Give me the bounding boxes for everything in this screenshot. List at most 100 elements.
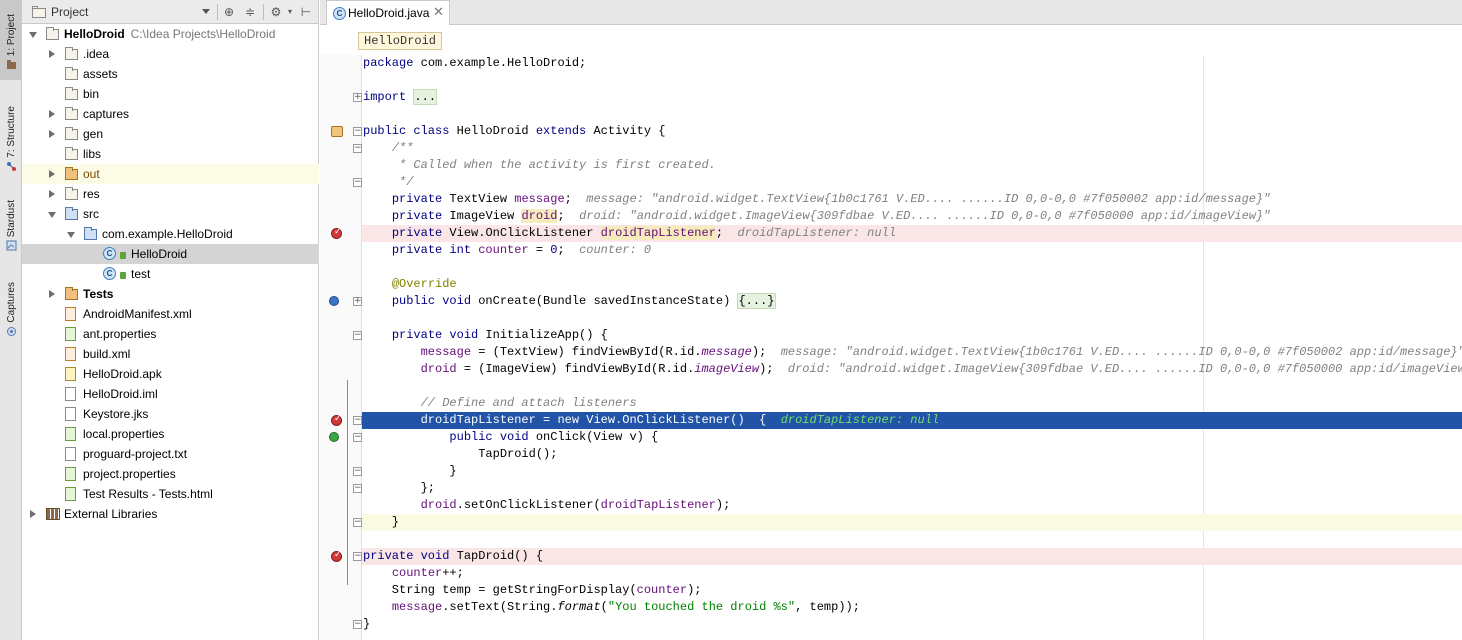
code-line[interactable] <box>362 310 1462 327</box>
code-line[interactable]: counter++; <box>362 565 1462 582</box>
code-line[interactable] <box>362 259 1462 276</box>
code-line[interactable]: /** <box>362 140 1462 157</box>
code-line[interactable]: message = (TextView) findViewById(R.id.m… <box>362 344 1462 361</box>
expanded-arrow-icon[interactable] <box>67 232 75 238</box>
tree-item[interactable]: bin <box>22 84 319 104</box>
code-line[interactable]: droid.setOnClickListener(droidTapListene… <box>362 497 1462 514</box>
tree-item[interactable]: C HelloDroid <box>22 244 319 264</box>
code-line[interactable] <box>362 72 1462 89</box>
fold-collapse-icon[interactable]: − <box>353 467 362 476</box>
expanded-arrow-icon[interactable] <box>29 32 37 38</box>
tree-item[interactable]: captures <box>22 104 319 124</box>
collapsed-arrow-icon[interactable] <box>49 110 55 118</box>
fold-collapse-icon[interactable]: − <box>353 331 362 340</box>
collapsed-arrow-icon[interactable] <box>49 130 55 138</box>
tree-item[interactable]: Tests <box>22 284 319 304</box>
code-line[interactable]: } <box>362 463 1462 480</box>
tree-item[interactable]: HelloDroid.apk <box>22 364 319 384</box>
tree-item[interactable]: Keystore.jks <box>22 404 319 424</box>
code-line[interactable]: public void onClick(View v) { <box>362 429 1462 446</box>
editor-tab-hellodroid-java[interactable]: C HelloDroid.java ✕ <box>326 0 450 25</box>
tree-item[interactable]: Test Results - Tests.html <box>22 484 319 504</box>
code-line[interactable]: droid = (ImageView) findViewById(R.id.im… <box>362 361 1462 378</box>
code-line[interactable]: * Called when the activity is first crea… <box>362 157 1462 174</box>
fold-collapse-icon[interactable]: − <box>353 484 362 493</box>
chevron-down-icon[interactable] <box>202 9 210 14</box>
code-line[interactable]: */ <box>362 174 1462 191</box>
breakpoint-icon[interactable] <box>331 413 342 426</box>
code-line[interactable]: public class HelloDroid extends Activity… <box>362 123 1462 140</box>
code-line[interactable] <box>362 106 1462 123</box>
override-icon[interactable] <box>329 296 339 306</box>
collapse-all-icon[interactable]: ≑ <box>242 4 258 20</box>
collapsed-arrow-icon[interactable] <box>30 510 36 518</box>
code-line[interactable]: }; <box>362 480 1462 497</box>
tree-item[interactable]: res <box>22 184 319 204</box>
code-line[interactable]: private View.OnClickListener droidTapLis… <box>362 225 1462 242</box>
tree-item[interactable]: proguard-project.txt <box>22 444 319 464</box>
fold-collapse-icon[interactable]: − <box>353 518 362 527</box>
collapsed-arrow-icon[interactable] <box>49 290 55 298</box>
tool-window-tab-project[interactable]: 1: Project <box>0 0 22 80</box>
tree-item[interactable]: HelloDroid.iml <box>22 384 319 404</box>
tree-item[interactable]: build.xml <box>22 344 319 364</box>
code-line[interactable]: import ... <box>362 89 1462 106</box>
code-line[interactable]: public void onCreate(Bundle savedInstanc… <box>362 293 1462 310</box>
tree-item[interactable]: External Libraries <box>22 504 319 524</box>
code-line[interactable]: } <box>362 616 1462 633</box>
tree-item[interactable]: libs <box>22 144 319 164</box>
code-line[interactable]: // Define and attach listeners <box>362 395 1462 412</box>
implements-icon[interactable] <box>329 432 339 442</box>
breadcrumb[interactable]: HelloDroid <box>358 32 443 50</box>
fold-collapse-icon[interactable]: − <box>353 620 362 629</box>
hide-panel-icon[interactable]: ⊢ <box>298 4 314 20</box>
fold-collapse-icon[interactable]: − <box>353 552 362 561</box>
tree-item[interactable]: ant.properties <box>22 324 319 344</box>
fold-expand-icon[interactable]: + <box>353 93 362 102</box>
code-line[interactable] <box>362 531 1462 548</box>
collapsed-arrow-icon[interactable] <box>49 170 55 178</box>
breakpoint-icon[interactable] <box>331 549 342 562</box>
code-line[interactable]: private ImageView droid; droid: "android… <box>362 208 1462 225</box>
scroll-from-source-icon[interactable]: ⊕ <box>221 4 237 20</box>
fold-expand-icon[interactable]: + <box>353 297 362 306</box>
close-icon[interactable]: ✕ <box>433 4 444 20</box>
execution-point-line[interactable]: droidTapListener = new View.OnClickListe… <box>362 412 1462 429</box>
tree-item[interactable]: out <box>22 164 319 184</box>
expanded-arrow-icon[interactable] <box>48 212 56 218</box>
tree-item[interactable]: local.properties <box>22 424 319 444</box>
tree-item[interactable]: project.properties <box>22 464 319 484</box>
fold-collapse-icon[interactable]: − <box>353 178 362 187</box>
code-line[interactable]: String temp = getStringForDisplay(counte… <box>362 582 1462 599</box>
collapsed-arrow-icon[interactable] <box>49 190 55 198</box>
collapsed-arrow-icon[interactable] <box>49 50 55 58</box>
fold-collapse-icon[interactable]: − <box>353 127 362 136</box>
tree-item[interactable]: .idea <box>22 44 319 64</box>
code-line[interactable]: message.setText(String.format("You touch… <box>362 599 1462 616</box>
code-line[interactable]: private TextView message; message: "andr… <box>362 191 1462 208</box>
project-view-selector[interactable]: Project <box>51 5 88 19</box>
fold-collapse-icon[interactable]: − <box>353 433 362 442</box>
fold-collapse-icon[interactable]: − <box>353 416 362 425</box>
tree-item[interactable]: Ctest <box>22 264 319 284</box>
tree-item[interactable]: HelloDroid C:\Idea Projects\HelloDroid <box>22 24 319 44</box>
code-line[interactable]: @Override <box>362 276 1462 293</box>
code-line[interactable]: package com.example.HelloDroid; <box>362 55 1462 72</box>
tool-window-tab-structure[interactable]: 7: Structure <box>0 100 22 180</box>
tree-item[interactable]: assets <box>22 64 319 84</box>
fold-collapse-icon[interactable]: − <box>353 144 362 153</box>
tool-window-tab-captures[interactable]: Captures <box>0 278 22 342</box>
tree-item[interactable]: gen <box>22 124 319 144</box>
code-line[interactable] <box>362 378 1462 395</box>
editor-gutter[interactable]: + − − − + − − − − − − − − <box>320 55 362 640</box>
tree-item[interactable]: com.example.HelloDroid <box>22 224 319 244</box>
code-line[interactable]: private int counter = 0; counter: 0 <box>362 242 1462 259</box>
chevron-down-icon[interactable]: ▾ <box>282 4 298 20</box>
breakpoint-icon[interactable] <box>331 226 342 239</box>
tool-window-tab-stardust[interactable]: Stardust <box>0 196 22 260</box>
code-line[interactable]: private void InitializeApp() { <box>362 327 1462 344</box>
code-line[interactable]: } <box>362 514 1462 531</box>
tree-item[interactable]: AndroidManifest.xml <box>22 304 319 324</box>
activity-icon[interactable] <box>331 126 343 137</box>
code-line[interactable]: private void TapDroid() { <box>362 548 1462 565</box>
